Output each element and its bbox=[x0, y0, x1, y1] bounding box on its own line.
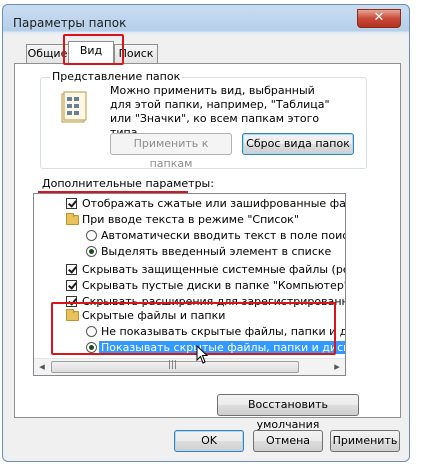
folder-view-description: Можно применить вид, выбранный для этой … bbox=[110, 84, 330, 139]
list-item[interactable]: Скрывать защищенные системные файлы (рек… bbox=[66, 262, 345, 278]
annotation-view-tab-highlight bbox=[63, 34, 124, 65]
radio-icon[interactable] bbox=[86, 230, 97, 241]
checkbox-icon[interactable] bbox=[66, 264, 77, 275]
cancel-button[interactable]: Отмена bbox=[253, 430, 323, 452]
scroll-right-icon[interactable]: ▸ bbox=[329, 359, 345, 375]
scroll-grip-icon: ||| bbox=[168, 360, 178, 370]
annotation-hidden-files-highlight bbox=[51, 302, 336, 355]
folder-icon bbox=[66, 213, 79, 225]
apply-to-folders-button[interactable]: Применить к папкам bbox=[110, 133, 232, 170]
ok-button[interactable]: OK bbox=[174, 430, 244, 452]
close-button[interactable]: ✕ bbox=[357, 9, 401, 28]
radio-icon[interactable] bbox=[86, 246, 97, 257]
list-item[interactable]: Выделять введенный элемент в списке bbox=[86, 244, 331, 260]
list-item[interactable]: Отображать сжатые или зашифрованные файл… bbox=[66, 196, 345, 212]
window-title: Параметры папок bbox=[13, 16, 127, 30]
list-item[interactable]: Скрывать пустые диски в папке "Компьютер… bbox=[66, 278, 345, 294]
list-item: При вводе текста в режиме "Список" bbox=[66, 212, 299, 228]
mouse-cursor-icon bbox=[196, 344, 210, 365]
horizontal-scroll-thumb[interactable]: ||| bbox=[51, 360, 299, 373]
apply-button[interactable]: Применить bbox=[330, 430, 400, 452]
reset-folders-button[interactable]: Сброс вида папок bbox=[242, 133, 354, 155]
close-icon: ✕ bbox=[373, 10, 385, 25]
list-item[interactable]: Автоматически вводить текст в поле поиск… bbox=[86, 228, 345, 244]
annotation-underline bbox=[38, 191, 188, 193]
folder-view-icon bbox=[58, 90, 92, 126]
checkbox-icon[interactable] bbox=[66, 280, 77, 291]
restore-defaults-button[interactable]: Восстановить умолчания bbox=[217, 394, 359, 431]
scroll-left-icon[interactable]: ◂ bbox=[34, 359, 50, 375]
horizontal-scrollbar[interactable]: ◂ ||| ▸ bbox=[34, 358, 345, 375]
checkbox-icon[interactable] bbox=[66, 198, 77, 209]
advanced-settings-title: Дополнительные параметры: bbox=[42, 177, 214, 190]
folder-view-group-title: Представление папок bbox=[50, 70, 183, 83]
